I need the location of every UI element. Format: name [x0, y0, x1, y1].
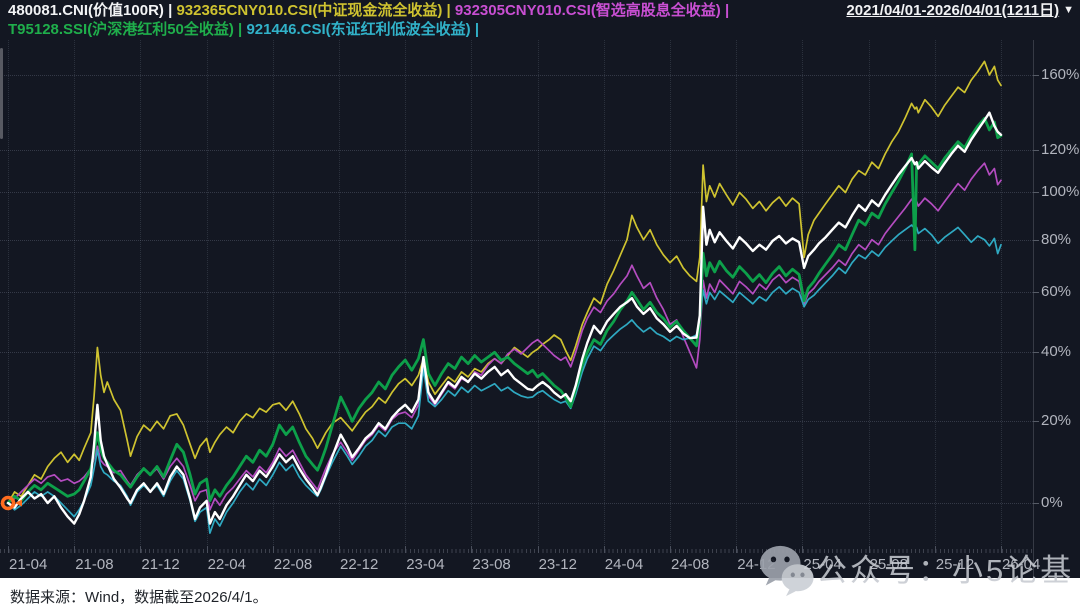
legend-series-labels-2: T95128.SSI(沪深港红利50全收益) | 921446.CSI(东证红利…	[8, 20, 479, 39]
wechat-icon	[758, 542, 816, 600]
chart-plot-area[interactable]	[0, 40, 1033, 553]
y-tick-label: 20%	[1041, 412, 1071, 430]
watermark-text: 公众号：小5论基	[816, 543, 1074, 599]
y-tick-label: 160%	[1041, 66, 1079, 84]
scrollbar-thumb[interactable]	[0, 48, 3, 139]
y-tick-label: 40%	[1041, 343, 1071, 361]
y-tick	[1033, 75, 1039, 76]
x-tick-label: 22-04	[208, 556, 246, 573]
y-axis-line	[1033, 40, 1034, 576]
y-tick	[1033, 240, 1039, 241]
legend-series-labels-1: 480081.CNI(价值100R) | 932365CNY010.CSI(中证…	[8, 1, 729, 20]
y-tick-label: 0%	[1041, 494, 1063, 512]
y-tick	[1033, 192, 1039, 193]
data-source-note: 数据来源：Wind，数据截至2026/4/1。	[10, 586, 268, 607]
x-tick-label: 23-12	[539, 556, 577, 573]
legend-row-2: T95128.SSI(沪深港红利50全收益) | 921446.CSI(东证红利…	[8, 20, 1074, 39]
x-tick-label: 24-04	[605, 556, 643, 573]
legend-row-1: 480081.CNI(价值100R) | 932365CNY010.CSI(中证…	[8, 1, 1074, 20]
y-tick	[1033, 421, 1039, 422]
watermark: 公众号：小5论基	[758, 542, 1074, 600]
y-tick	[1033, 292, 1039, 293]
y-tick	[1033, 352, 1039, 353]
y-tick-label: 100%	[1041, 183, 1079, 201]
x-tick-label: 21-08	[75, 556, 113, 573]
legend-item-r2-1[interactable]: 921446.CSI(东证红利低波全收益) |	[246, 21, 479, 38]
chart-window: 480081.CNI(价值100R) | 932365CNY010.CSI(中证…	[0, 0, 1080, 613]
chart-legend-header: 480081.CNI(价值100R) | 932365CNY010.CSI(中证…	[8, 1, 1074, 39]
legend-item-r1-0[interactable]: 480081.CNI(价值100R) |	[8, 2, 176, 19]
x-tick-label: 23-04	[406, 556, 444, 573]
x-tick-label: 22-12	[340, 556, 378, 573]
x-tick-label: 21-04	[9, 556, 47, 573]
y-tick	[1033, 150, 1039, 151]
chevron-down-icon[interactable]: ▼	[1063, 1, 1074, 20]
x-tick-label: 23-08	[472, 556, 510, 573]
legend-item-r1-1[interactable]: 932365CNY010.CSI(中证现金流全收益) |	[176, 2, 454, 19]
date-range-selector[interactable]: 2021/04/01-2026/04/01(1211日)	[846, 1, 1059, 20]
legend-item-r2-0[interactable]: T95128.SSI(沪深港红利50全收益) |	[8, 21, 246, 38]
y-tick-label: 60%	[1041, 283, 1071, 301]
y-tick	[1033, 503, 1039, 504]
x-tick-label: 24-08	[671, 556, 709, 573]
y-tick-label: 120%	[1041, 141, 1079, 159]
x-tick-label: 21-12	[141, 556, 179, 573]
legend-item-r1-2[interactable]: 932305CNY010.CSI(智选高股息全收益) |	[455, 2, 729, 19]
x-tick-label: 22-08	[274, 556, 312, 573]
y-tick-label: 80%	[1041, 231, 1071, 249]
